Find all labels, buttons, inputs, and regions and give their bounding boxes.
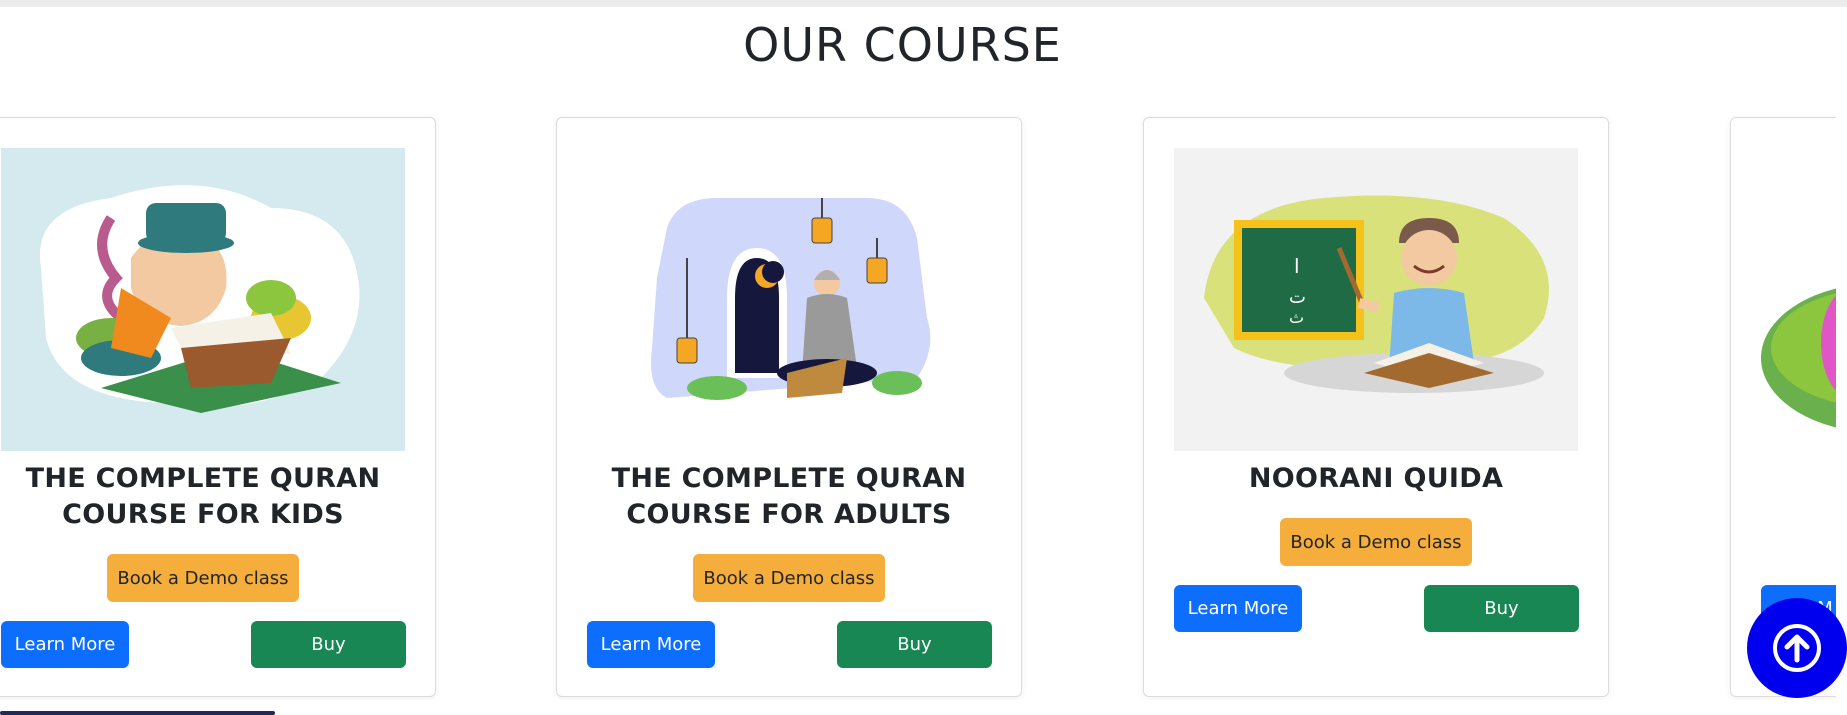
course-card-kids: THE COMPLETE QURAN COURSE FOR KIDS Book … — [0, 117, 436, 697]
scroll-to-top-button[interactable] — [1747, 598, 1847, 698]
svg-text:ا: ا — [1294, 254, 1300, 278]
course-image-partial — [1761, 148, 1836, 451]
course-card-noorani: ا ت ث NOORANI QUIDA Book a Demo class Le… — [1143, 117, 1609, 697]
course-title: NOORANI QUIDA — [1248, 463, 1504, 494]
course-image-adults — [587, 148, 991, 451]
svg-text:ث: ث — [1289, 308, 1304, 327]
learn-more-button[interactable]: Learn More — [1, 621, 129, 668]
course-image-kids — [1, 148, 405, 451]
book-demo-button[interactable]: Book a Demo class — [1280, 518, 1472, 566]
arrow-up-circle-icon — [1773, 624, 1821, 672]
buy-button[interactable]: Buy — [1424, 585, 1579, 632]
course-title: THE COMPLETE QURAN COURSE FOR KIDS — [25, 463, 381, 530]
course-title: THE COMPLETE QURAN COURSE FOR ADULTS — [611, 463, 967, 530]
svg-text:ت: ت — [1289, 287, 1306, 308]
learn-more-button[interactable]: Learn More — [1174, 585, 1302, 632]
course-carousel[interactable]: THE COMPLETE QURAN COURSE FOR KIDS Book … — [0, 0, 1836, 700]
course-image-noorani: ا ت ث — [1174, 148, 1578, 451]
book-demo-button[interactable]: Book a Demo class — [107, 554, 299, 602]
bottom-accent-bar — [0, 711, 275, 715]
buy-button[interactable]: Buy — [251, 621, 406, 668]
buy-button[interactable]: Buy — [837, 621, 992, 668]
course-card-adults: THE COMPLETE QURAN COURSE FOR ADULTS Boo… — [556, 117, 1022, 697]
book-demo-button[interactable]: Book a Demo class — [693, 554, 885, 602]
learn-more-button[interactable]: Learn More — [587, 621, 715, 668]
